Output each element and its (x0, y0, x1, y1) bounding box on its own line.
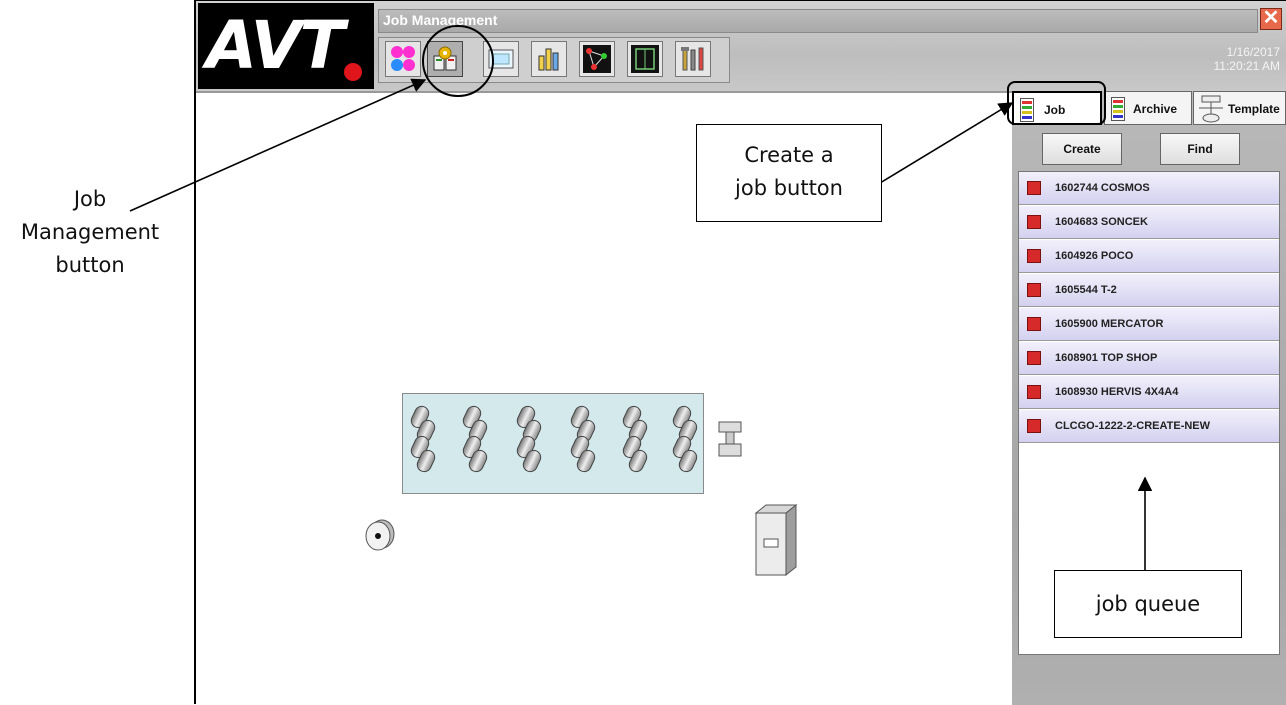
job-queue-callout: job queue (1054, 570, 1242, 638)
callout-line-1: Create a (744, 143, 834, 167)
create-job-callout: Create a job button (696, 124, 882, 222)
create-job-arrow (879, 102, 1014, 184)
job-management-arrow (129, 78, 427, 212)
job-queue-label: job queue (1095, 592, 1201, 616)
callout-line-2: job button (735, 176, 843, 200)
highlight-job-tab (1007, 81, 1106, 125)
highlight-circle (422, 25, 494, 97)
